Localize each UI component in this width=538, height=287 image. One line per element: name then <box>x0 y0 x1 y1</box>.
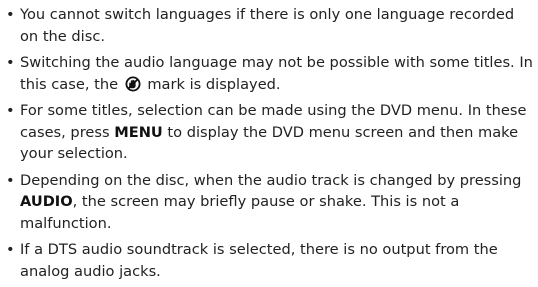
audio-button-name: AUDIO <box>20 193 73 210</box>
bullet: • <box>6 54 15 71</box>
item-text: You cannot switch languages if there is … <box>20 6 515 45</box>
list-item: • Depending on the disc, when the audio … <box>6 170 534 235</box>
notes-list: • You cannot switch languages if there i… <box>6 4 534 287</box>
list-item: • For some titles, selection can be made… <box>6 100 534 165</box>
bullet: • <box>6 102 15 119</box>
item-text-line1: For some titles, selection can be made u… <box>20 102 464 119</box>
item-text: If a DTS audio soundtrack is selected, t… <box>20 241 498 280</box>
list-item: • If a DTS audio soundtrack is selected,… <box>6 239 534 282</box>
bullet: • <box>6 6 15 23</box>
item-text-after: mark is displayed. <box>142 75 281 93</box>
list-item: • You cannot switch languages if there i… <box>6 4 534 47</box>
menu-button-name: MENU <box>114 123 163 141</box>
bullet: • <box>6 171 15 189</box>
bullet: • <box>6 241 15 258</box>
item-text-after: , the screen may briefly pause or shake.… <box>20 193 460 232</box>
item-text-before: Depending on the disc, when the audio tr… <box>20 171 522 189</box>
prohibited-hand-icon <box>124 76 142 92</box>
list-item: • Switching the audio language may not b… <box>6 52 534 95</box>
